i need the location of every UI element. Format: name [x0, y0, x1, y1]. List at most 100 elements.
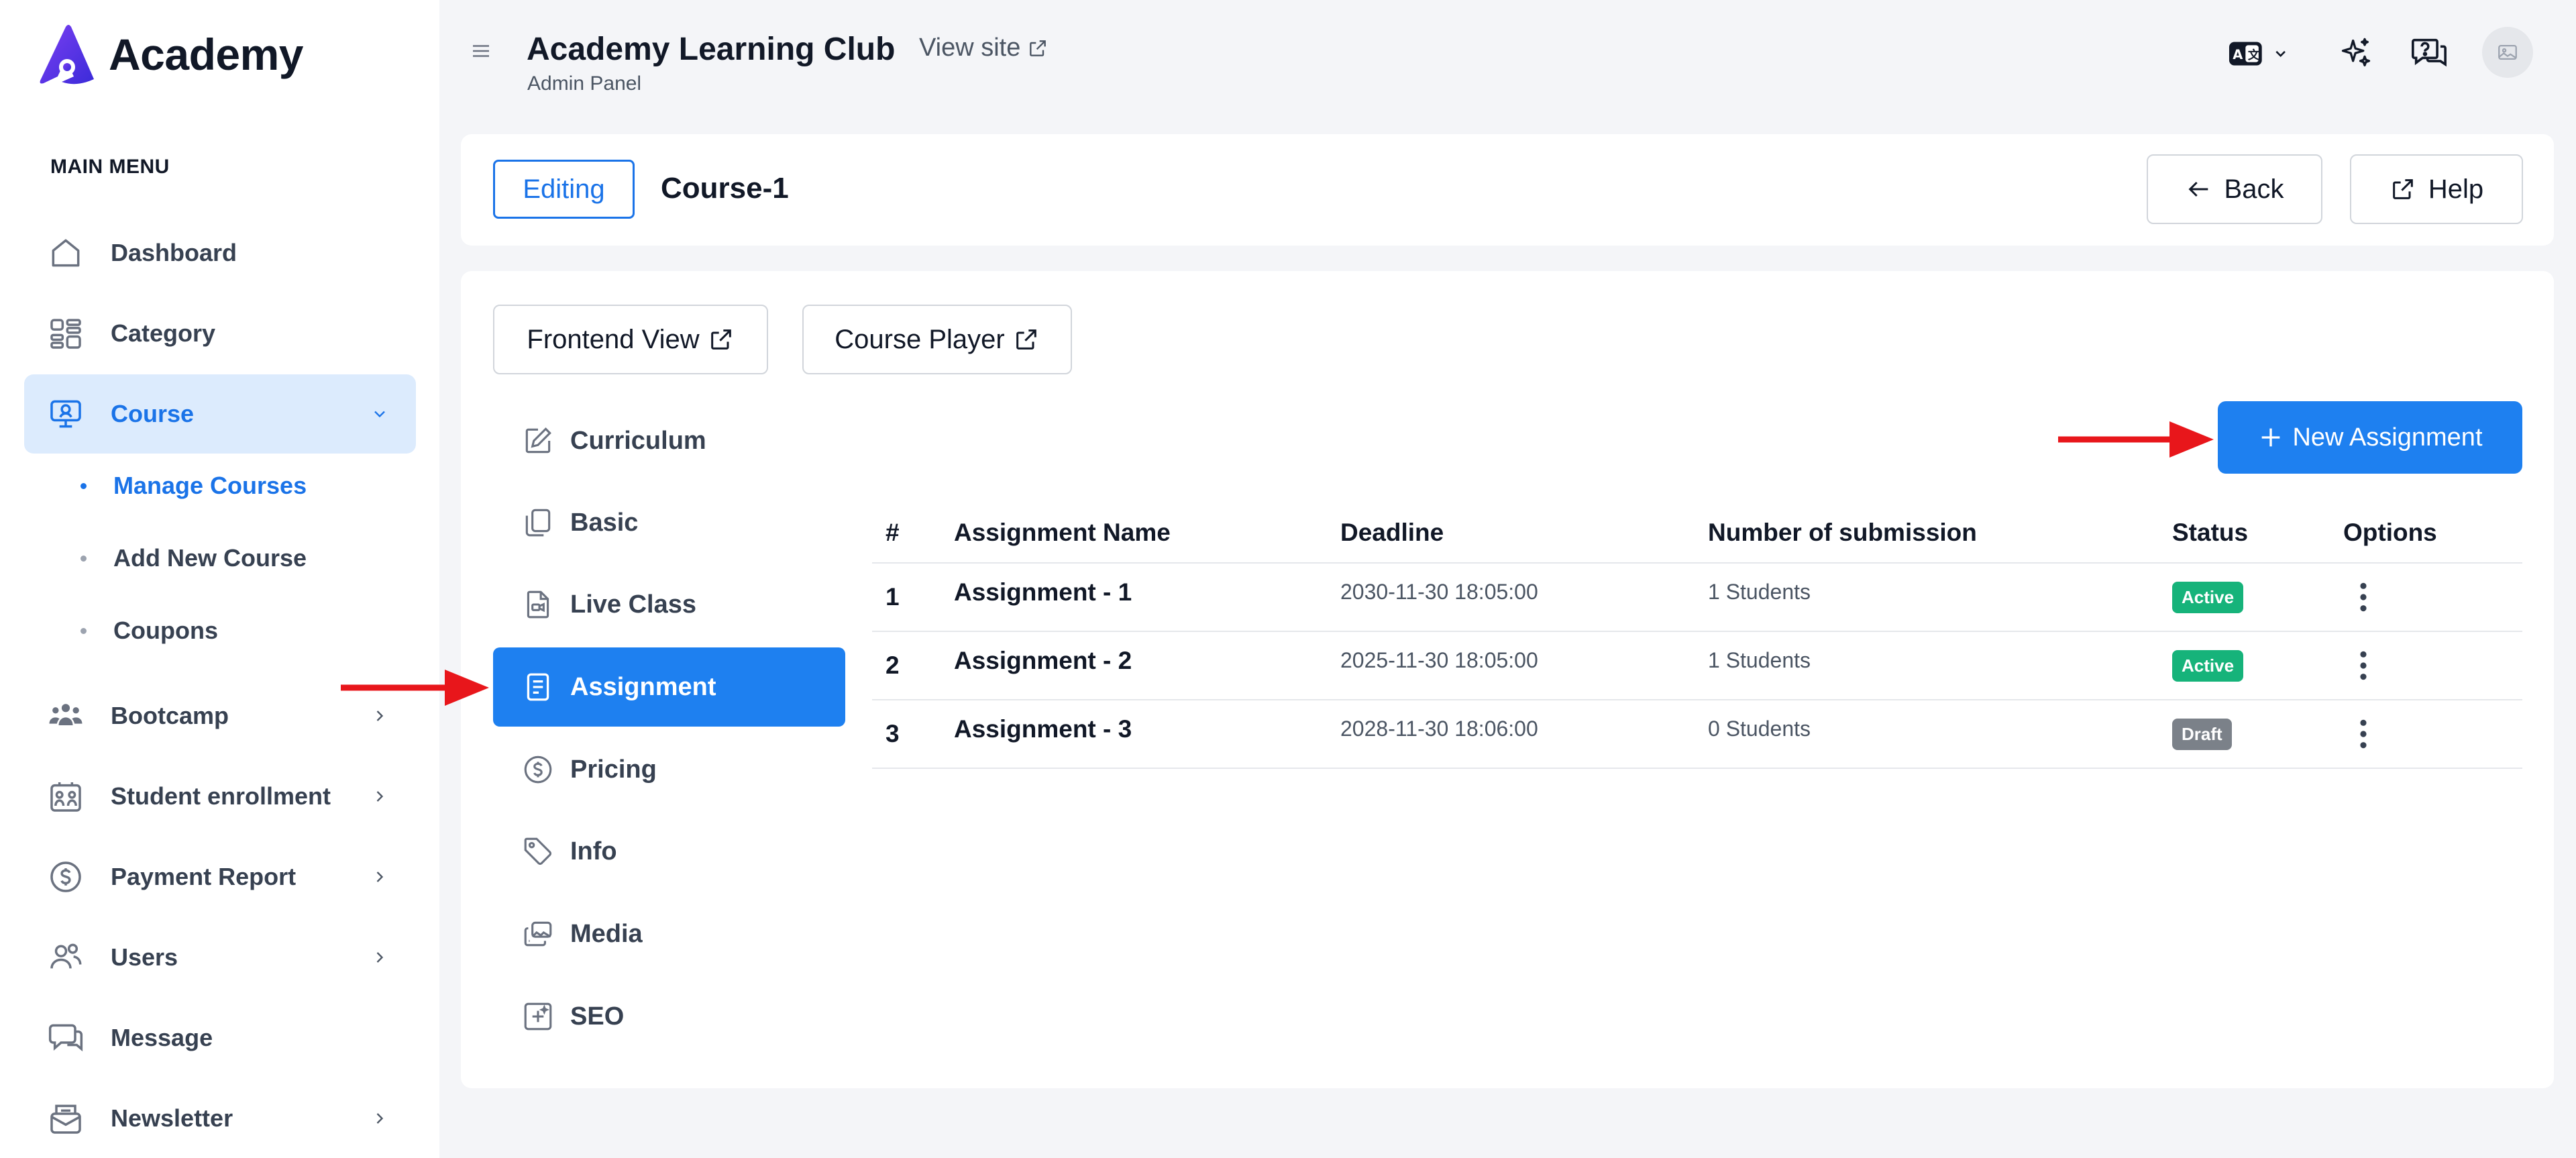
svg-text:文: 文 — [2248, 48, 2260, 62]
sidebar-item-message[interactable]: Message — [24, 998, 416, 1077]
frontend-view-button[interactable]: Frontend View — [493, 305, 768, 374]
hamburger-menu-icon[interactable] — [468, 39, 494, 63]
row-number: 1 — [885, 583, 900, 611]
row-number: 3 — [885, 720, 900, 747]
logo[interactable]: Academy — [35, 23, 304, 86]
column-header: Options — [2343, 519, 2437, 546]
sidebar-item-users[interactable]: Users — [24, 918, 416, 997]
sidebar-item-label: Bootcamp — [111, 702, 229, 729]
row-number: 2 — [885, 651, 900, 679]
column-header: Deadline — [1340, 519, 1444, 546]
tab-pricing[interactable]: Pricing — [493, 730, 845, 809]
external-link-icon — [2393, 179, 2413, 199]
help-chat-icon[interactable] — [2410, 34, 2449, 72]
table-header-row: # Assignment Name Deadline Number of sub… — [872, 503, 2522, 564]
tab-assignment[interactable]: Assignment — [493, 647, 845, 727]
tab-live-class[interactable]: Live Class — [493, 565, 845, 644]
deadline: 2028-11-30 18:06:00 — [1340, 717, 1538, 741]
chevron-right-icon — [376, 872, 384, 882]
help-label: Help — [2428, 174, 2484, 204]
tab-label: Info — [570, 837, 617, 865]
sidebar-item-label: Category — [111, 319, 216, 347]
submission-count: 1 Students — [1708, 580, 1811, 604]
academy-logo-icon — [40, 25, 94, 85]
tab-curriculum[interactable]: Curriculum — [493, 401, 845, 480]
category-icon — [50, 319, 81, 349]
column-header: Assignment Name — [954, 519, 1171, 546]
sidebar: Academy MAIN MENU Dashboard Category Cou… — [0, 0, 439, 1158]
new-assignment-button[interactable]: New Assignment — [2218, 401, 2522, 474]
sidebar-subitem-add-new-course[interactable]: Add New Course — [80, 538, 307, 578]
more-options-icon[interactable] — [2359, 649, 2368, 682]
chevron-down-icon — [2275, 50, 2286, 58]
view-site-link[interactable]: View site — [919, 34, 1049, 62]
sidebar-subitem-coupons[interactable]: Coupons — [80, 611, 218, 651]
sidebar-item-label: Student enrollment — [111, 782, 331, 810]
sidebar-subitem-label: Manage Courses — [113, 472, 307, 499]
column-header: # — [885, 519, 900, 546]
column-header: Status — [2172, 519, 2249, 546]
assignment-name: Assignment - 3 — [954, 715, 1132, 743]
sidebar-item-course[interactable]: Course — [24, 374, 416, 454]
sidebar-item-dashboard[interactable]: Dashboard — [24, 213, 416, 293]
new-assignment-label: New Assignment — [2292, 423, 2483, 452]
bullet-dot — [80, 482, 87, 489]
help-button[interactable]: Help — [2350, 154, 2523, 224]
sparkles-icon[interactable] — [2339, 36, 2373, 71]
sidebar-item-label: Newsletter — [111, 1104, 233, 1132]
external-link-icon — [1030, 40, 1046, 56]
course-player-button[interactable]: Course Player — [802, 305, 1072, 374]
sidebar-item-label: Users — [111, 943, 178, 971]
tab-media[interactable]: Media — [493, 894, 845, 973]
message-icon — [48, 1024, 83, 1052]
dollar-icon — [524, 755, 552, 784]
sidebar-item-category[interactable]: Category — [24, 294, 416, 373]
sidebar-item-newsletter[interactable]: Newsletter — [24, 1079, 416, 1158]
status-badge: Active — [2172, 649, 2244, 682]
tab-info[interactable]: Info — [493, 812, 845, 891]
document-icon — [527, 673, 549, 701]
tab-label: Curriculum — [570, 426, 706, 455]
bootcamp-icon — [49, 704, 83, 725]
arrow-left-icon — [2188, 181, 2208, 197]
status-badge: Active — [2172, 581, 2244, 613]
table-row: 2 Assignment - 2 2025-11-30 18:05:00 1 S… — [872, 632, 2522, 700]
deadline: 2025-11-30 18:05:00 — [1340, 648, 1538, 672]
site-subtitle: Admin Panel — [527, 72, 642, 95]
back-button[interactable]: Back — [2147, 154, 2322, 224]
language-selector[interactable]: A 文 — [2229, 39, 2289, 68]
sidebar-item-payment-report[interactable]: Payment Report — [24, 837, 416, 916]
tab-basic[interactable]: Basic — [493, 483, 845, 562]
home-icon — [52, 239, 80, 267]
tab-label: SEO — [570, 1002, 625, 1031]
svg-text:A: A — [2233, 47, 2243, 62]
user-avatar[interactable] — [2482, 27, 2533, 78]
assignment-name: Assignment - 2 — [954, 647, 1132, 674]
site-title: Academy Learning Club — [527, 32, 896, 67]
assignment-name: Assignment - 1 — [954, 578, 1132, 606]
more-options-icon[interactable] — [2359, 580, 2368, 614]
chevron-right-icon — [376, 952, 384, 963]
tag-icon — [524, 837, 552, 865]
tab-seo[interactable]: SEO — [493, 977, 845, 1056]
assignment-table: # Assignment Name Deadline Number of sub… — [872, 503, 2522, 769]
media-icon — [524, 921, 552, 947]
editing-badge: Editing — [493, 160, 635, 219]
submission-count: 1 Students — [1708, 648, 1811, 672]
bullet-dot — [80, 555, 87, 562]
status-badge: Draft — [2172, 718, 2232, 750]
course-name: Course-1 — [661, 172, 789, 205]
submission-count: 0 Students — [1708, 717, 1811, 741]
newsletter-icon — [50, 1104, 81, 1134]
sidebar-subitem-manage-courses[interactable]: Manage Courses — [80, 466, 307, 506]
tab-label: Media — [570, 919, 643, 948]
users-icon — [50, 943, 82, 969]
chevron-right-icon — [376, 791, 384, 802]
bullet-dot — [80, 627, 87, 634]
sidebar-item-student-enrollment[interactable]: Student enrollment — [24, 757, 416, 836]
view-site-label: View site — [919, 34, 1021, 62]
more-options-icon[interactable] — [2359, 717, 2368, 751]
seo-icon — [524, 1002, 552, 1031]
sidebar-subitem-label: Add New Course — [113, 544, 307, 572]
enrollment-icon — [50, 782, 81, 812]
